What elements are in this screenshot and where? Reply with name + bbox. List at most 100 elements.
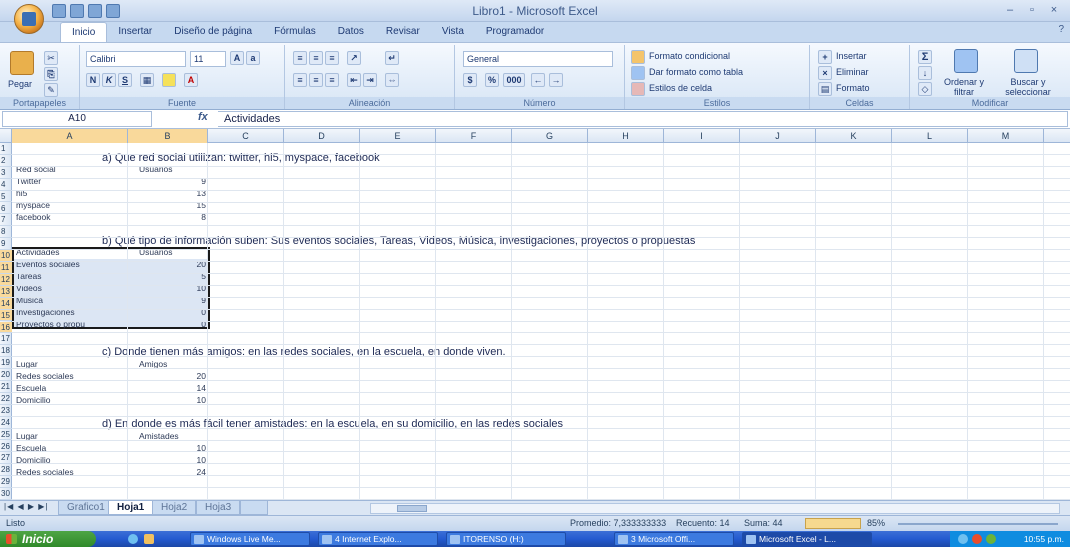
close-button[interactable]: × — [1044, 2, 1064, 18]
delete-icon[interactable]: × — [818, 66, 832, 80]
column-header-k[interactable]: K — [816, 129, 892, 143]
cell-b26[interactable]: 10 — [136, 443, 206, 455]
messenger-tray-icon[interactable] — [986, 534, 996, 544]
align-bottom-icon[interactable]: ≡ — [325, 51, 339, 65]
row-header-17[interactable]: 17 — [0, 333, 12, 346]
column-header-i[interactable]: I — [664, 129, 740, 143]
row-header-5[interactable]: 5 — [0, 191, 12, 203]
row-header-19[interactable]: 19 — [0, 357, 12, 370]
row-header-27[interactable]: 27 — [0, 452, 12, 465]
underline-icon[interactable]: S — [118, 73, 132, 87]
tab-diseno-pagina[interactable]: Diseño de página — [163, 22, 263, 42]
tab-insertar[interactable]: Insertar — [107, 22, 163, 42]
cell-b28[interactable]: 24 — [136, 467, 206, 479]
insert-function-icon[interactable]: fx — [198, 111, 208, 123]
tab-formulas[interactable]: Fórmulas — [263, 22, 327, 42]
row-header-14[interactable]: 14 — [0, 297, 12, 310]
grow-font-icon[interactable]: A — [230, 51, 244, 65]
office-button[interactable] — [14, 4, 44, 34]
taskbar-item-windows-live[interactable]: Windows Live Me... — [190, 532, 310, 546]
row-header-20[interactable]: 20 — [0, 369, 12, 381]
taskbar-item-office[interactable]: 3 Microsoft Offi... — [614, 532, 734, 546]
row-header-25[interactable]: 25 — [0, 429, 12, 441]
ie-quicklaunch-icon[interactable] — [128, 534, 138, 544]
font-color-icon[interactable]: A — [184, 73, 198, 87]
cell-a28[interactable]: Redes sociales — [16, 467, 74, 479]
column-header-f[interactable]: F — [436, 129, 512, 143]
column-header-c[interactable]: C — [208, 129, 284, 143]
row-header-18[interactable]: 18 — [0, 345, 12, 358]
cut-icon[interactable]: ✂ — [44, 51, 58, 65]
format-as-table-button[interactable]: Dar formato como tabla — [649, 67, 743, 77]
cell-b25[interactable]: Amistades — [139, 431, 179, 443]
redo-icon[interactable] — [88, 4, 102, 18]
minimize-button[interactable]: – — [1000, 2, 1020, 18]
cell-a25[interactable]: Lugar — [16, 431, 38, 443]
find-select-button[interactable]: Buscar y seleccionar — [996, 77, 1060, 97]
font-name-select[interactable]: Calibri — [86, 51, 186, 67]
column-header-d[interactable]: D — [284, 129, 360, 143]
row-header-10[interactable]: 10 — [0, 250, 12, 262]
sheet-tab-hoja2[interactable]: Hoja2 — [152, 501, 197, 515]
sheet-nav-arrows-icon[interactable]: |◀ ◀ ▶ ▶| — [4, 502, 48, 511]
number-format-select[interactable]: General — [463, 51, 613, 67]
find-select-icon[interactable] — [1014, 49, 1038, 73]
cell-a22[interactable]: Domicilio — [16, 395, 50, 407]
taskbar-item-drive[interactable]: ITORENSO (H:) — [446, 532, 566, 546]
cell-b22[interactable]: 10 — [136, 395, 206, 407]
tab-datos[interactable]: Datos — [327, 22, 375, 42]
cell-styles-button[interactable]: Estilos de celda — [649, 83, 712, 93]
copy-icon[interactable]: ⎘ — [44, 67, 58, 81]
paste-icon[interactable] — [10, 51, 34, 75]
column-header-g[interactable]: G — [512, 129, 588, 143]
row-header-12[interactable]: 12 — [0, 273, 12, 286]
row-header-11[interactable]: 11 — [0, 262, 12, 274]
conditional-format-icon[interactable] — [631, 50, 645, 64]
network-icon[interactable] — [958, 534, 968, 544]
row-header-6[interactable]: 6 — [0, 203, 12, 215]
borders-icon[interactable]: ▦ — [140, 73, 154, 87]
increase-indent-icon[interactable]: ⇥ — [363, 73, 377, 87]
cell-a27[interactable]: Domicilio — [16, 455, 50, 467]
tab-revisar[interactable]: Revisar — [375, 22, 431, 42]
zoom-slider[interactable] — [898, 523, 1058, 525]
worksheet-grid[interactable]: ABCDEFGHIJKLMN 1234567891011121314151617… — [0, 129, 1070, 500]
column-header-j[interactable]: J — [740, 129, 816, 143]
font-size-select[interactable]: 11 — [190, 51, 226, 67]
column-header-e[interactable]: E — [360, 129, 436, 143]
tab-vista[interactable]: Vista — [431, 22, 475, 42]
view-buttons[interactable] — [805, 518, 861, 529]
align-right-icon[interactable]: ≡ — [325, 73, 339, 87]
column-header-b[interactable]: B — [128, 129, 208, 143]
print-icon[interactable] — [106, 4, 120, 18]
row-header-22[interactable]: 22 — [0, 393, 12, 405]
name-box[interactable]: A10 — [2, 111, 152, 127]
sort-filter-icon[interactable] — [954, 49, 978, 73]
tab-inicio[interactable]: Inicio — [60, 22, 108, 42]
decrease-decimal-icon[interactable]: → — [549, 73, 563, 87]
row-header-1[interactable]: 1 — [0, 143, 12, 155]
format-table-icon[interactable] — [631, 66, 645, 80]
align-left-icon[interactable]: ≡ — [293, 73, 307, 87]
row-header-26[interactable]: 26 — [0, 441, 12, 453]
row-header-21[interactable]: 21 — [0, 381, 12, 393]
currency-icon[interactable]: $ — [463, 73, 477, 87]
explorer-quicklaunch-icon[interactable] — [144, 534, 154, 544]
italic-icon[interactable]: K — [102, 73, 116, 87]
row-header-28[interactable]: 28 — [0, 464, 12, 477]
row-header-16[interactable]: 16 — [0, 321, 12, 334]
maximize-button[interactable]: ▫ — [1022, 2, 1042, 18]
thousands-icon[interactable]: 000 — [503, 73, 525, 87]
formula-input[interactable]: Actividades — [218, 111, 1068, 127]
conditional-format-button[interactable]: Formato condicional — [649, 51, 730, 61]
column-header-h[interactable]: H — [588, 129, 664, 143]
insert-sheet-icon[interactable] — [240, 501, 268, 515]
shrink-font-icon[interactable]: a — [246, 51, 260, 65]
scrollbar-thumb[interactable] — [397, 505, 427, 512]
format-button[interactable]: Formato — [836, 83, 870, 93]
save-icon[interactable] — [52, 4, 66, 18]
orientation-icon[interactable]: ↗ — [347, 51, 361, 65]
row-header-13[interactable]: 13 — [0, 285, 12, 298]
tab-programador[interactable]: Programador — [475, 22, 555, 42]
align-top-icon[interactable]: ≡ — [293, 51, 307, 65]
